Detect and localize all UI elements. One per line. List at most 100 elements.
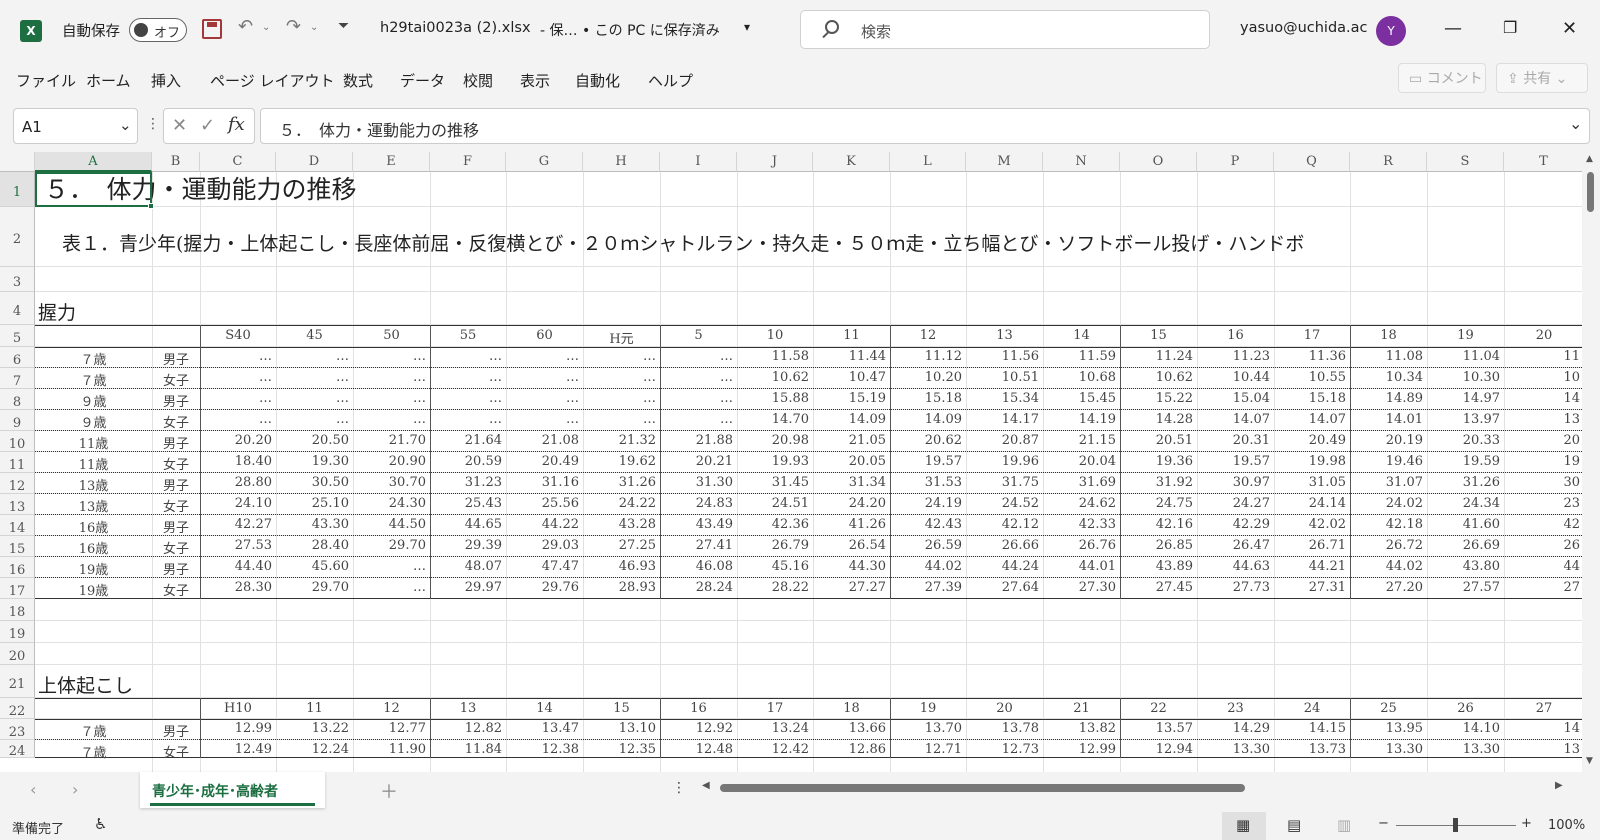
year-header[interactable]: 11 [813, 328, 890, 343]
year-header[interactable]: S40 [200, 328, 276, 343]
table-cell[interactable]: … [276, 370, 353, 385]
table-cell[interactable]: 20 [1504, 433, 1584, 448]
table-cell[interactable]: 15.19 [813, 391, 890, 406]
table-cell[interactable]: 12.86 [813, 742, 890, 757]
table-cell[interactable]: 44.21 [1274, 559, 1350, 574]
table-cell[interactable]: 43.89 [1120, 559, 1197, 574]
table-cell[interactable]: 41.26 [813, 517, 890, 532]
table-cell[interactable]: 44.02 [890, 559, 966, 574]
year-header[interactable]: 50 [353, 328, 430, 343]
table-cell[interactable]: 28.40 [276, 538, 353, 553]
row-header[interactable]: 8 [0, 389, 35, 410]
table-cell[interactable]: … [200, 349, 276, 364]
table-cell[interactable]: … [200, 370, 276, 385]
year-header[interactable]: 11 [276, 701, 353, 716]
table-cell[interactable]: 29.70 [353, 538, 430, 553]
row-age-label[interactable]: 19歳 [35, 580, 152, 599]
table-cell[interactable]: 42 [1504, 517, 1584, 532]
table-cell[interactable]: 27.25 [583, 538, 660, 553]
save-status[interactable]: - 保… • この PC に保存済み [540, 20, 720, 40]
table-cell[interactable]: 12.94 [1120, 742, 1197, 757]
table-cell[interactable]: 19.36 [1120, 454, 1197, 469]
row-age-label[interactable]: 16歳 [35, 538, 152, 557]
fill-handle[interactable] [148, 203, 154, 209]
column-header[interactable]: T [1504, 152, 1584, 172]
table-cell[interactable]: 13.66 [813, 721, 890, 736]
row-sex-label[interactable]: 女子 [152, 454, 200, 473]
table-cell[interactable]: 13.24 [737, 721, 813, 736]
table-cell[interactable]: 10.55 [1274, 370, 1350, 385]
row-age-label[interactable]: ７歳 [35, 370, 152, 389]
year-header[interactable]: 14 [1043, 328, 1120, 343]
row-age-label[interactable]: 13歳 [35, 496, 152, 515]
page-break-view-icon[interactable]: ▥ [1337, 816, 1351, 834]
zoom-slider-thumb[interactable] [1453, 818, 1458, 832]
table-cell[interactable]: 42.02 [1274, 517, 1350, 532]
table-cell[interactable]: 10 [1504, 370, 1584, 385]
table-cell[interactable]: 20.33 [1427, 433, 1504, 448]
table-cell[interactable]: 41.60 [1427, 517, 1504, 532]
table-cell[interactable]: 20.05 [813, 454, 890, 469]
zoom-level[interactable]: 100% [1548, 818, 1585, 833]
section-heading[interactable]: 握力 [38, 298, 76, 325]
row-header[interactable]: 17 [0, 578, 35, 599]
table-cell[interactable]: 13.30 [1197, 742, 1274, 757]
table-cell[interactable]: 24.19 [890, 496, 966, 511]
year-header[interactable]: 20 [966, 701, 1043, 716]
table-cell[interactable]: 12.48 [660, 742, 737, 757]
menu-view[interactable]: 表示 [520, 70, 550, 91]
table-cell[interactable]: 28.30 [200, 580, 276, 595]
row-age-label[interactable]: 13歳 [35, 475, 152, 494]
row-header[interactable]: 15 [0, 536, 35, 557]
table-cell[interactable]: 44.40 [200, 559, 276, 574]
redo-icon[interactable]: ↷ [286, 16, 301, 37]
table-cell[interactable]: 25.10 [276, 496, 353, 511]
table-cell[interactable]: 10.62 [1120, 370, 1197, 385]
menu-file[interactable]: ファイル [16, 70, 76, 91]
table-cell[interactable]: 13.22 [276, 721, 353, 736]
table-cell[interactable]: 14.70 [737, 412, 813, 427]
row-sex-label[interactable]: 男子 [152, 349, 200, 368]
row-header[interactable]: 20 [0, 643, 35, 665]
normal-view-button[interactable]: ▦ [1222, 812, 1266, 840]
table-cell[interactable]: 27.20 [1350, 580, 1427, 595]
table-cell[interactable]: 26.71 [1274, 538, 1350, 553]
row-header[interactable]: 22 [0, 698, 35, 719]
year-header[interactable]: H10 [200, 701, 276, 716]
year-header[interactable]: H元 [583, 328, 660, 347]
table-cell[interactable]: 12.38 [506, 742, 583, 757]
column-header[interactable]: P [1197, 152, 1274, 172]
table-cell[interactable]: 19.98 [1274, 454, 1350, 469]
table-cell[interactable]: … [353, 412, 430, 427]
row-header[interactable]: 12 [0, 473, 35, 494]
accessibility-icon[interactable]: ♿ [94, 815, 107, 833]
table-cell[interactable]: 42.43 [890, 517, 966, 532]
row-age-label[interactable]: ７歳 [35, 742, 152, 761]
table-cell[interactable]: 26.66 [966, 538, 1043, 553]
table-cell[interactable]: 12.24 [276, 742, 353, 757]
next-sheet-icon[interactable]: › [72, 780, 78, 799]
row-header[interactable]: 10 [0, 431, 35, 452]
table-cell[interactable]: 24.51 [737, 496, 813, 511]
menu-insert[interactable]: 挿入 [151, 70, 181, 91]
table-cell[interactable]: … [353, 580, 430, 595]
table-cell[interactable]: 19.59 [1427, 454, 1504, 469]
row-sex-label[interactable]: 男子 [152, 721, 200, 740]
table-cell[interactable]: … [430, 349, 506, 364]
row-sex-label[interactable]: 男子 [152, 559, 200, 578]
table-cell[interactable]: … [353, 349, 430, 364]
table-cell[interactable]: 31.69 [1043, 475, 1120, 490]
table-cell[interactable]: 10.34 [1350, 370, 1427, 385]
table-cell[interactable]: 19 [1504, 454, 1584, 469]
table-cell[interactable]: 10.68 [1043, 370, 1120, 385]
sheet-subtitle[interactable]: 表１．青少年(握力・上体起こし・長座体前屈・反復横とび・２０ｍシャトルラン・持久… [62, 229, 1582, 256]
table-cell[interactable]: 46.08 [660, 559, 737, 574]
table-cell[interactable]: 10.20 [890, 370, 966, 385]
table-cell[interactable]: 20.98 [737, 433, 813, 448]
table-cell[interactable]: 20.49 [506, 454, 583, 469]
table-cell[interactable]: 29.39 [430, 538, 506, 553]
year-header[interactable]: 60 [506, 328, 583, 343]
year-header[interactable]: 55 [430, 328, 506, 343]
table-cell[interactable]: 20.50 [276, 433, 353, 448]
table-cell[interactable]: … [276, 391, 353, 406]
